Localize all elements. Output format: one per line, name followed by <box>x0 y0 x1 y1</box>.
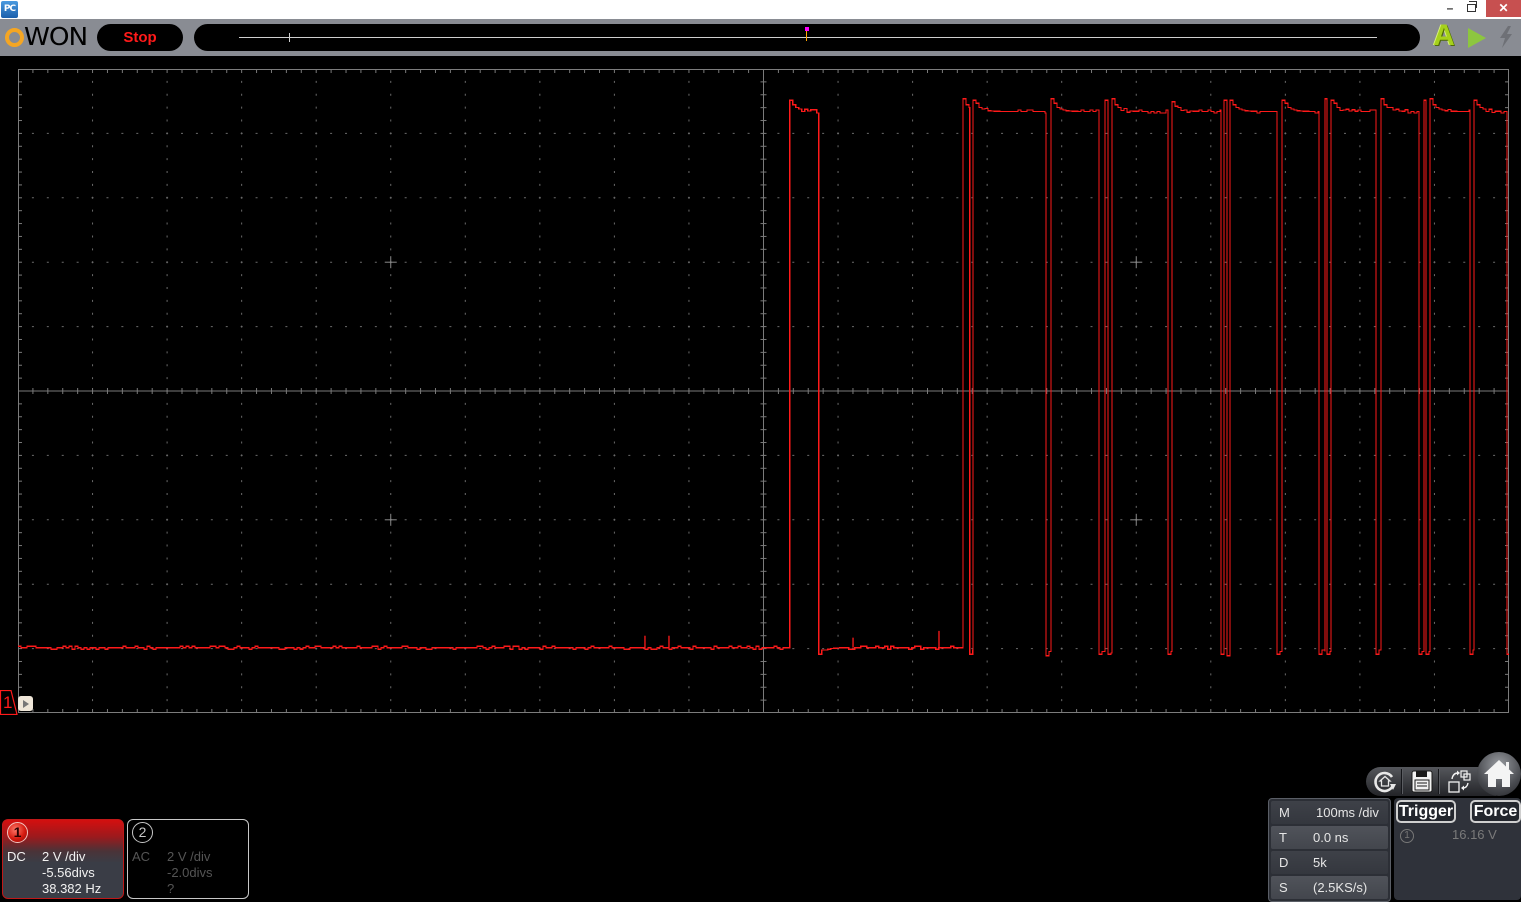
channel-1-offset: -5.56divs <box>42 865 95 880</box>
waveform-display[interactable] <box>18 69 1509 713</box>
save-button[interactable] <box>1407 768 1437 795</box>
timeline-track <box>239 37 1377 38</box>
timebase-key: T <box>1279 830 1287 845</box>
timebase-panel[interactable]: M 100ms /div T 0.0 ns D 5k S (2.5KS/s) <box>1268 798 1391 902</box>
restore-icon <box>1467 1 1477 12</box>
toolbar: WON Stop A <box>0 19 1521 56</box>
timebase-row-sample-rate[interactable]: S (2.5KS/s) <box>1271 876 1388 899</box>
auto-set-button[interactable]: A <box>1432 20 1456 52</box>
timebase-key: S <box>1279 880 1288 895</box>
timebase-row-depth[interactable]: D 5k <box>1271 851 1388 874</box>
channel-1-marker-label: 1 <box>3 693 13 712</box>
home-button[interactable] <box>1477 752 1521 796</box>
timebase-value: 100ms /div <box>1316 805 1379 820</box>
memory-timeline[interactable] <box>194 24 1420 51</box>
channel-2-frequency: ? <box>167 881 175 896</box>
trigger-level: 16.16 V <box>1452 827 1497 842</box>
auto-setup-button[interactable] <box>1370 768 1400 795</box>
swap-channels-button[interactable] <box>1445 768 1475 795</box>
minimize-button[interactable]: – <box>1440 0 1460 17</box>
app-icon: PC <box>1 1 18 18</box>
quick-bar-separator <box>1438 769 1440 794</box>
home-icon <box>1484 760 1514 787</box>
channel-2-coupling: AC <box>132 849 151 864</box>
marker-expand-button[interactable] <box>18 696 33 711</box>
channel-1-volts-per-div: 2 V /div <box>42 849 86 864</box>
force-button[interactable]: Force <box>1470 800 1521 823</box>
trigger-source-badge: 1 <box>1400 829 1414 843</box>
title-bar: PC – ✕ <box>0 0 1521 19</box>
channel-2-badge[interactable]: 2 <box>132 822 153 843</box>
timebase-value: (2.5KS/s) <box>1313 880 1368 895</box>
force-trigger-icon[interactable] <box>1497 26 1515 48</box>
timebase-row-main[interactable]: M 100ms /div <box>1271 801 1388 824</box>
quick-bar-separator <box>1401 769 1403 794</box>
timebase-value: 0.0 ns <box>1313 830 1349 845</box>
channel-2-volts-per-div: 2 V /div <box>167 849 211 864</box>
logo-ring-icon <box>5 28 24 47</box>
run-stop-button[interactable]: Stop <box>97 24 183 51</box>
run-icon[interactable] <box>1468 28 1486 48</box>
channel-2-panel[interactable]: 2 AC 2 V /div -2.0divs ? <box>127 819 249 899</box>
timebase-value: 5k <box>1313 855 1327 870</box>
graticule <box>18 69 1509 713</box>
channel-1-frequency: 38.382 Hz <box>42 881 102 896</box>
timebase-row-trigger-offset[interactable]: T 0.0 ns <box>1271 826 1388 849</box>
trigger-button[interactable]: Trigger <box>1396 800 1456 823</box>
timebase-key: M <box>1279 805 1290 820</box>
trigger-panel: Trigger Force 1 16.16 V <box>1394 798 1521 900</box>
channel-1-badge[interactable]: 1 <box>7 822 28 843</box>
timebase-key: D <box>1279 855 1289 870</box>
trigger-position-line <box>806 31 807 41</box>
logo-text: WON <box>24 22 88 51</box>
channel-2-offset: -2.0divs <box>167 865 213 880</box>
channel-1-coupling: DC <box>7 849 26 864</box>
close-button[interactable]: ✕ <box>1486 0 1521 17</box>
restore-button[interactable] <box>1461 0 1481 17</box>
channel-1-panel[interactable]: 1 DC 2 V /div -5.56divs 38.382 Hz <box>2 819 124 899</box>
timeline-window-tick <box>289 33 290 42</box>
